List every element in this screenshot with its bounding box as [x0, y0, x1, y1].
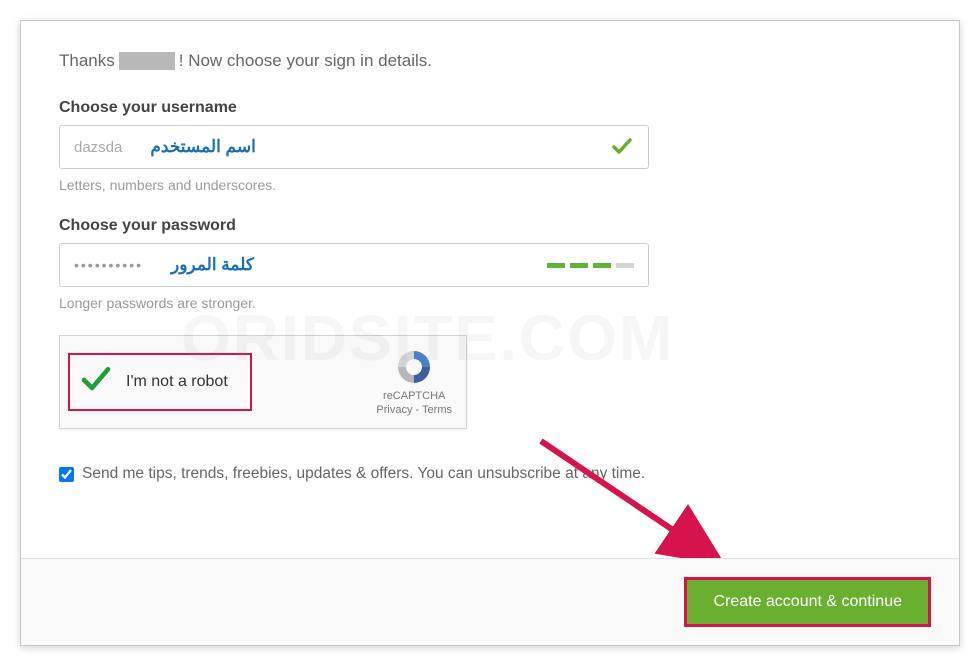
- newsletter-optin[interactable]: Send me tips, trends, freebies, updates …: [59, 465, 921, 483]
- greeting-line: Thanks ! Now choose your sign in details…: [59, 51, 921, 71]
- password-mask: ••••••••••: [74, 257, 143, 273]
- greeting-prefix: Thanks: [59, 51, 115, 71]
- password-input[interactable]: •••••••••• كلمة المرور: [59, 243, 649, 287]
- username-input[interactable]: dazsda اسم المستخدم: [59, 125, 649, 169]
- create-account-button[interactable]: Create account & continue: [684, 577, 931, 627]
- newsletter-text: Send me tips, trends, freebies, updates …: [82, 465, 645, 483]
- recaptcha-logo-icon: [394, 347, 434, 387]
- username-value: dazsda: [74, 139, 122, 156]
- newsletter-checkbox[interactable]: [59, 467, 74, 482]
- redacted-name: [119, 52, 175, 70]
- recaptcha-label: I'm not a robot: [126, 373, 228, 391]
- username-label: Choose your username: [59, 99, 921, 117]
- footer-bar: Create account & continue: [21, 558, 959, 645]
- recaptcha-brand-text: reCAPTCHA: [376, 389, 452, 403]
- password-annotation-ar: كلمة المرور: [171, 255, 254, 275]
- password-help: Longer passwords are stronger.: [59, 295, 921, 311]
- signup-panel: Thanks ! Now choose your sign in details…: [20, 20, 960, 646]
- recaptcha-checkbox-area[interactable]: I'm not a robot: [68, 353, 252, 411]
- password-strength-indicator: [547, 263, 634, 268]
- username-annotation-ar: اسم المستخدم: [150, 137, 255, 157]
- check-icon: [80, 364, 112, 401]
- password-label: Choose your password: [59, 217, 921, 235]
- username-help: Letters, numbers and underscores.: [59, 177, 921, 193]
- check-icon: [610, 135, 634, 159]
- recaptcha-branding: reCAPTCHA Privacy - Terms: [376, 347, 452, 418]
- recaptcha-links[interactable]: Privacy - Terms: [376, 403, 452, 417]
- recaptcha-widget[interactable]: I'm not a robot reCAPTCHA Privacy - Term…: [59, 335, 467, 429]
- greeting-suffix: ! Now choose your sign in details.: [179, 51, 432, 71]
